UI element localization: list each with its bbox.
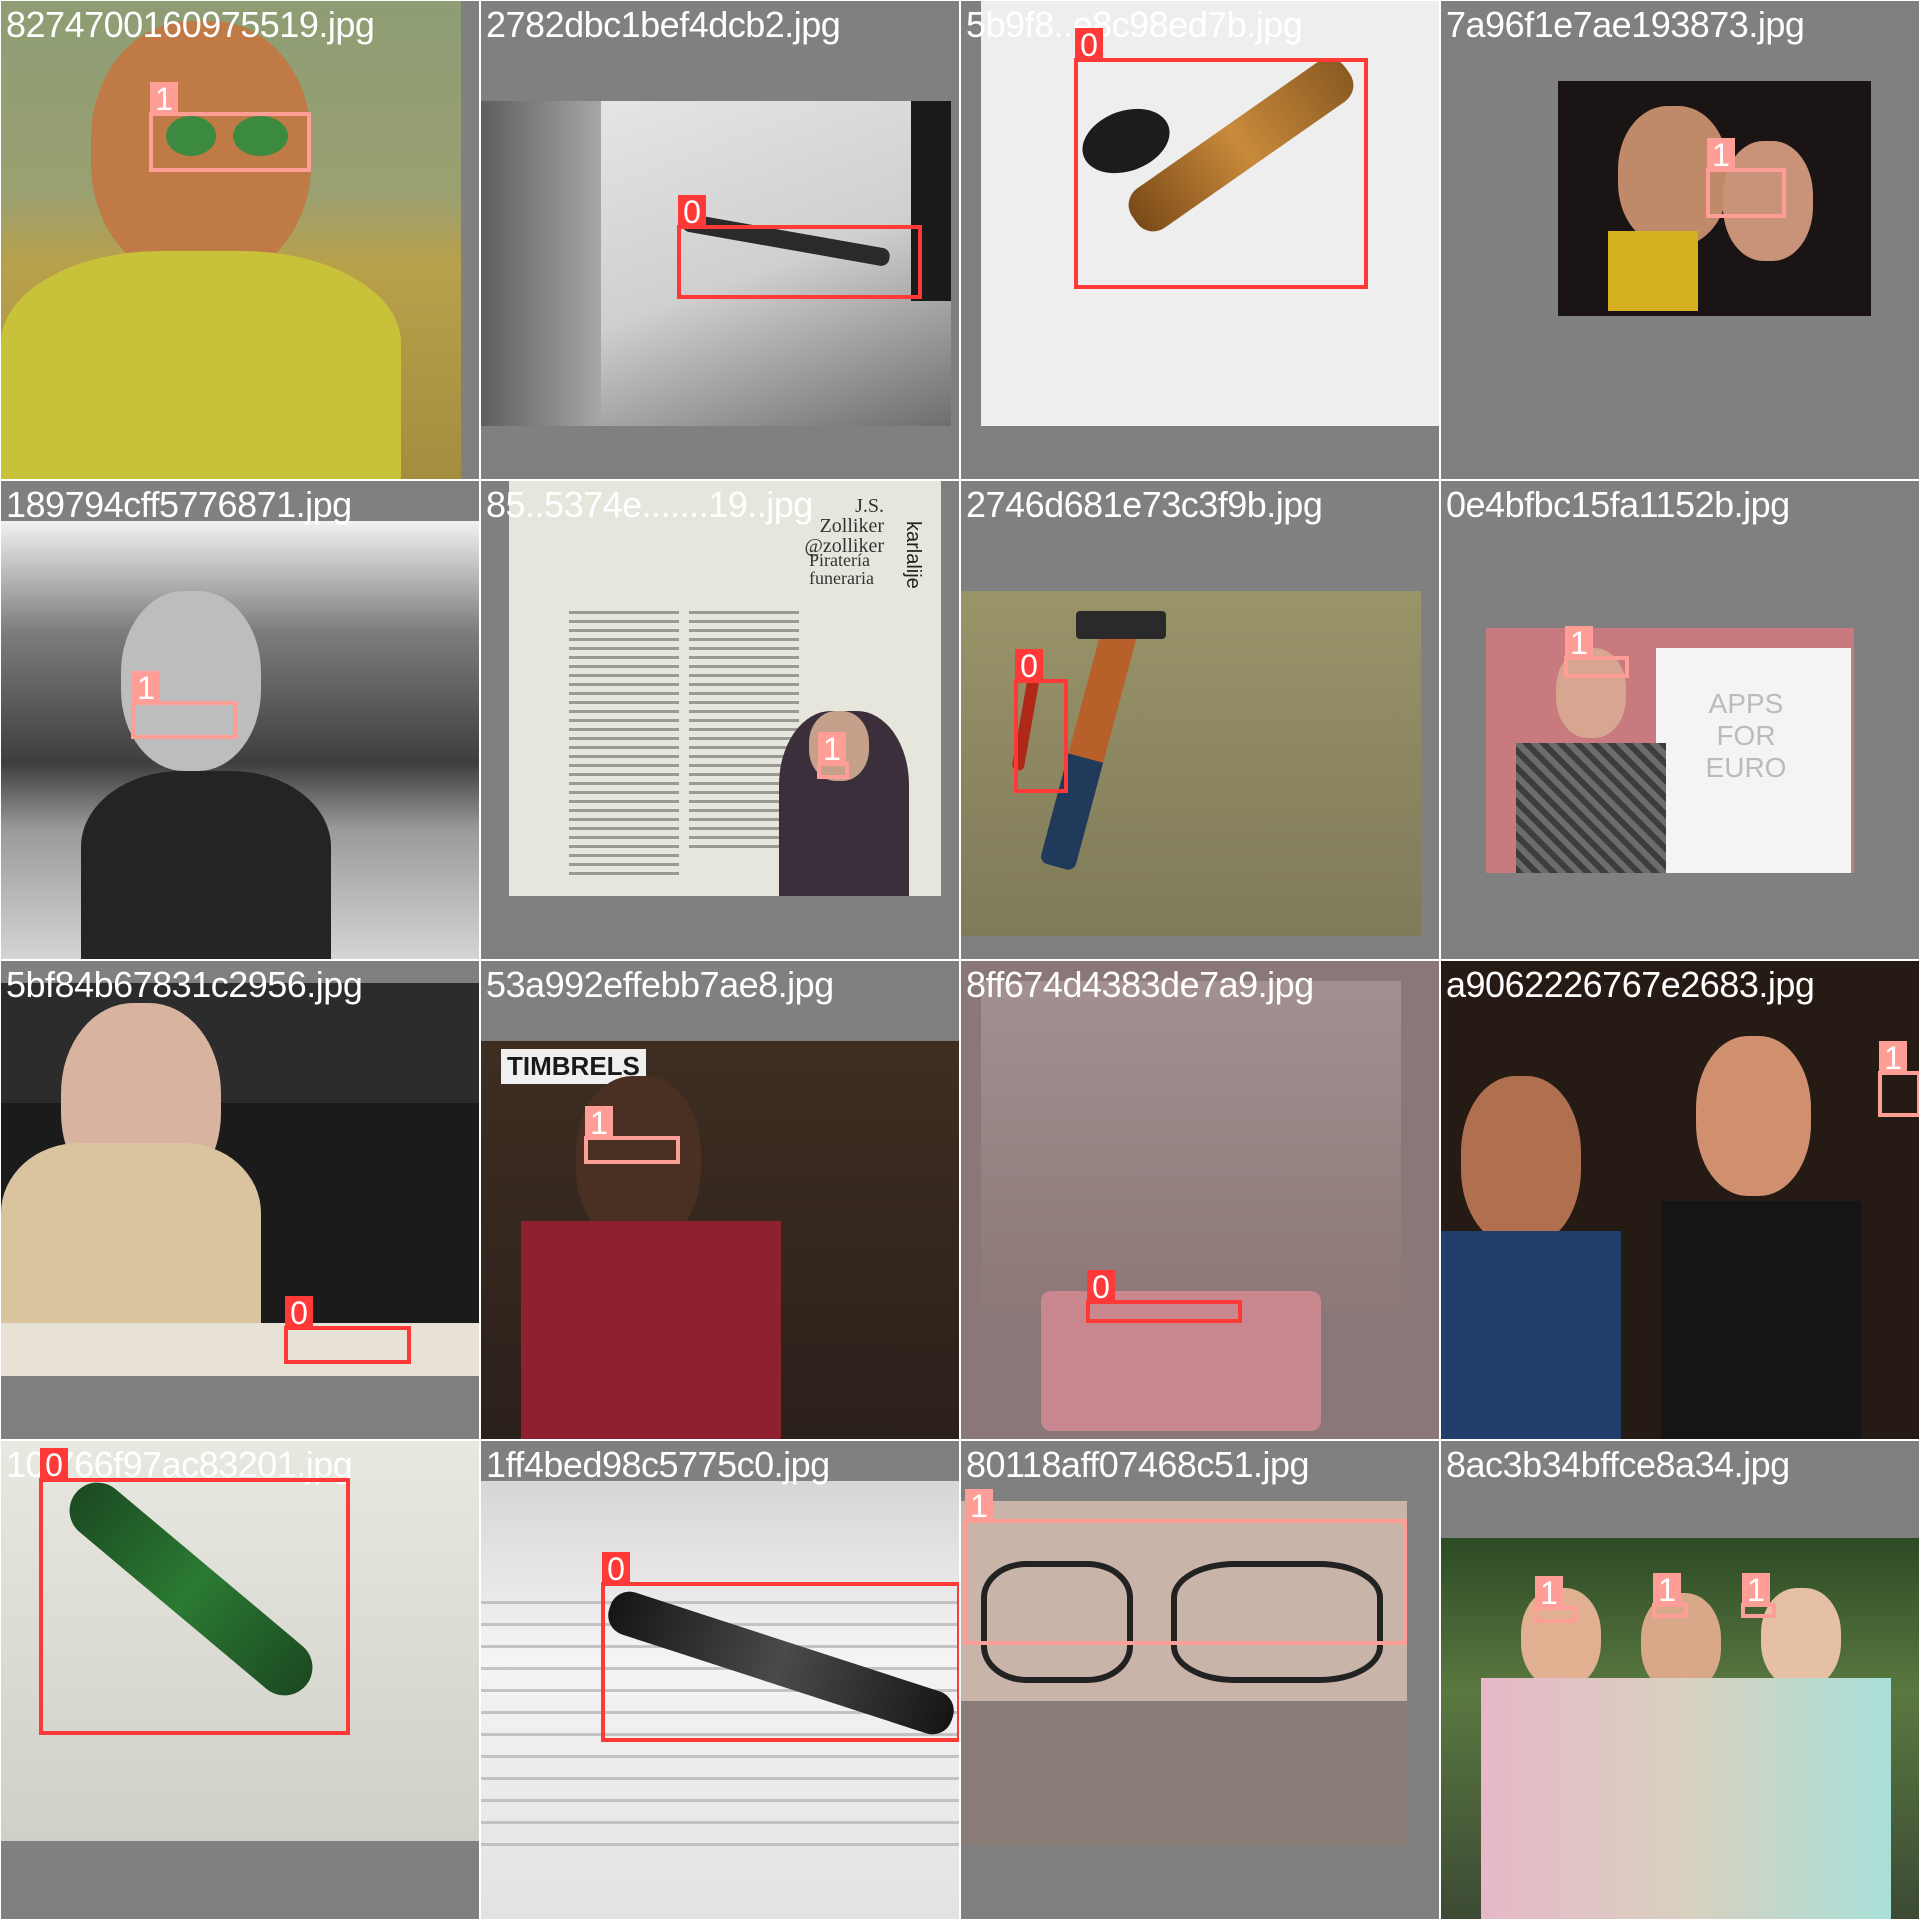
mosaic-tile: 1ff4bed98c5775c0.jpg 0 bbox=[480, 1440, 960, 1920]
bbox: 1 bbox=[131, 671, 237, 739]
banner-text: APPS FOR EURO bbox=[1705, 688, 1787, 783]
tile-photo bbox=[961, 961, 1439, 1439]
tile-photo bbox=[1, 521, 479, 959]
mosaic-tile: 5bf84b67831c2956.jpg 0 bbox=[0, 960, 480, 1440]
bbox-class-label: 1 bbox=[1879, 1041, 1907, 1075]
mosaic-tile: TIMBRELS 53a992effebb7ae8.jpg 1 bbox=[480, 960, 960, 1440]
bbox-class-label: 0 bbox=[1075, 28, 1103, 62]
bbox: 0 bbox=[1014, 649, 1068, 793]
mosaic-tile: 189794cff5776871.jpg 1 bbox=[0, 480, 480, 960]
newspaper-sidebar-text: karlalije bbox=[902, 521, 924, 589]
mosaic-tile: 8ff674d4383de7a9.jpg 0 bbox=[960, 960, 1440, 1440]
bbox-class-label: 0 bbox=[602, 1552, 630, 1586]
mosaic-tile: 5b9f8..e8c98ed7b.jpg 0 bbox=[960, 0, 1440, 480]
tile-photo: TIMBRELS bbox=[481, 1041, 959, 1439]
bbox: 0 bbox=[284, 1296, 411, 1364]
tile-photo: APPS FOR EURO bbox=[1486, 628, 1854, 873]
tile-filename: 80118aff07468c51.jpg bbox=[966, 1444, 1310, 1485]
tile-filename: 8274700160975519.jpg bbox=[6, 4, 375, 45]
bbox: 1 bbox=[149, 82, 311, 172]
mosaic-tile: 8274700160975519.jpg 1 bbox=[0, 0, 480, 480]
tile-filename: 53a992effebb7ae8.jpg bbox=[486, 964, 834, 1005]
bbox-class-label: 0 bbox=[1087, 1270, 1115, 1304]
mosaic-tile: 80118aff07468c51.jpg 1 bbox=[960, 1440, 1440, 1920]
tile-filename: 1ff4bed98c5775c0.jpg bbox=[486, 1444, 830, 1485]
mosaic-tile: 8ac3b34bffce8a34.jpg 1 1 1 bbox=[1440, 1440, 1920, 1920]
tile-filename: 8ff674d4383de7a9.jpg bbox=[966, 964, 1314, 1005]
bbox-class-label: 1 bbox=[150, 82, 178, 116]
bbox-class-label: 1 bbox=[132, 671, 160, 705]
detection-mosaic: 8274700160975519.jpg 1 2782dbc1bef4dcb2.… bbox=[0, 0, 1920, 1920]
bbox: 1 bbox=[1564, 626, 1629, 678]
tile-photo: J.S. Zolliker @zolliker Piratería funera… bbox=[509, 481, 941, 896]
tile-filename: 2782dbc1bef4dcb2.jpg bbox=[486, 4, 841, 45]
bbox: 1 bbox=[817, 732, 849, 779]
tile-filename: 2746d681e73c3f9b.jpg bbox=[966, 484, 1323, 525]
bbox-class-label: 1 bbox=[965, 1489, 993, 1523]
bbox-class-label: 1 bbox=[1565, 626, 1593, 660]
bbox-class-label: 1 bbox=[1742, 1573, 1770, 1607]
tile-filename: 5bf84b67831c2956.jpg bbox=[6, 964, 363, 1005]
bbox-class-label: 0 bbox=[285, 1296, 313, 1330]
tile-filename: 8ac3b34bffce8a34.jpg bbox=[1446, 1444, 1790, 1485]
tile-photo bbox=[1, 983, 479, 1376]
bbox: 1 bbox=[1534, 1576, 1578, 1623]
tile-photo bbox=[1441, 961, 1919, 1439]
bbox-class-label: 1 bbox=[1535, 1576, 1563, 1610]
bbox-class-label: 0 bbox=[678, 195, 706, 229]
bbox: 0 bbox=[1074, 28, 1368, 289]
tile-filename: 189794cff5776871.jpg bbox=[6, 484, 352, 525]
bbox-class-label: 1 bbox=[818, 732, 846, 766]
bbox: 1 bbox=[1741, 1573, 1776, 1618]
newspaper-heading: Piratería funeraria bbox=[809, 550, 874, 588]
tile-filename: 5b9f8..e8c98ed7b.jpg bbox=[966, 4, 1303, 45]
bbox: 0 bbox=[1086, 1270, 1242, 1323]
tile-filename: 85..5374e.......19..jpg bbox=[486, 484, 813, 525]
bbox: 0 bbox=[677, 195, 922, 299]
bbox-class-label: 0 bbox=[1015, 649, 1043, 683]
tile-filename: 0e4bfbc15fa1152b.jpg bbox=[1446, 484, 1790, 525]
mosaic-tile: 2746d681e73c3f9b.jpg 0 bbox=[960, 480, 1440, 960]
bbox: 0 bbox=[39, 1448, 350, 1735]
bbox: 0 bbox=[601, 1552, 959, 1742]
mosaic-tile: 7a96f1e7ae193873.jpg 1 bbox=[1440, 0, 1920, 480]
bbox-class-label: 1 bbox=[585, 1106, 613, 1140]
mosaic-tile: a9062226767e2683.jpg 1 bbox=[1440, 960, 1920, 1440]
bbox: 1 bbox=[1878, 1041, 1919, 1117]
bbox: 1 bbox=[964, 1489, 1407, 1645]
bbox: 1 bbox=[1652, 1573, 1688, 1618]
bbox-class-label: 0 bbox=[40, 1448, 68, 1482]
bbox: 1 bbox=[584, 1106, 680, 1164]
tile-filename: a9062226767e2683.jpg bbox=[1446, 964, 1815, 1005]
bbox-class-label: 1 bbox=[1653, 1573, 1681, 1607]
bbox: 1 bbox=[1706, 138, 1786, 218]
tile-photo bbox=[1, 1, 461, 479]
mosaic-tile: J.S. Zolliker @zolliker Piratería funera… bbox=[480, 480, 960, 960]
mosaic-tile: 2782dbc1bef4dcb2.jpg 0 bbox=[480, 0, 960, 480]
bbox-class-label: 1 bbox=[1707, 138, 1735, 172]
mosaic-tile: 10.766f97ac83201.jpg 0 bbox=[0, 1440, 480, 1920]
mosaic-tile: APPS FOR EURO 0e4bfbc15fa1152b.jpg 1 bbox=[1440, 480, 1920, 960]
tile-filename: 7a96f1e7ae193873.jpg bbox=[1446, 4, 1805, 45]
